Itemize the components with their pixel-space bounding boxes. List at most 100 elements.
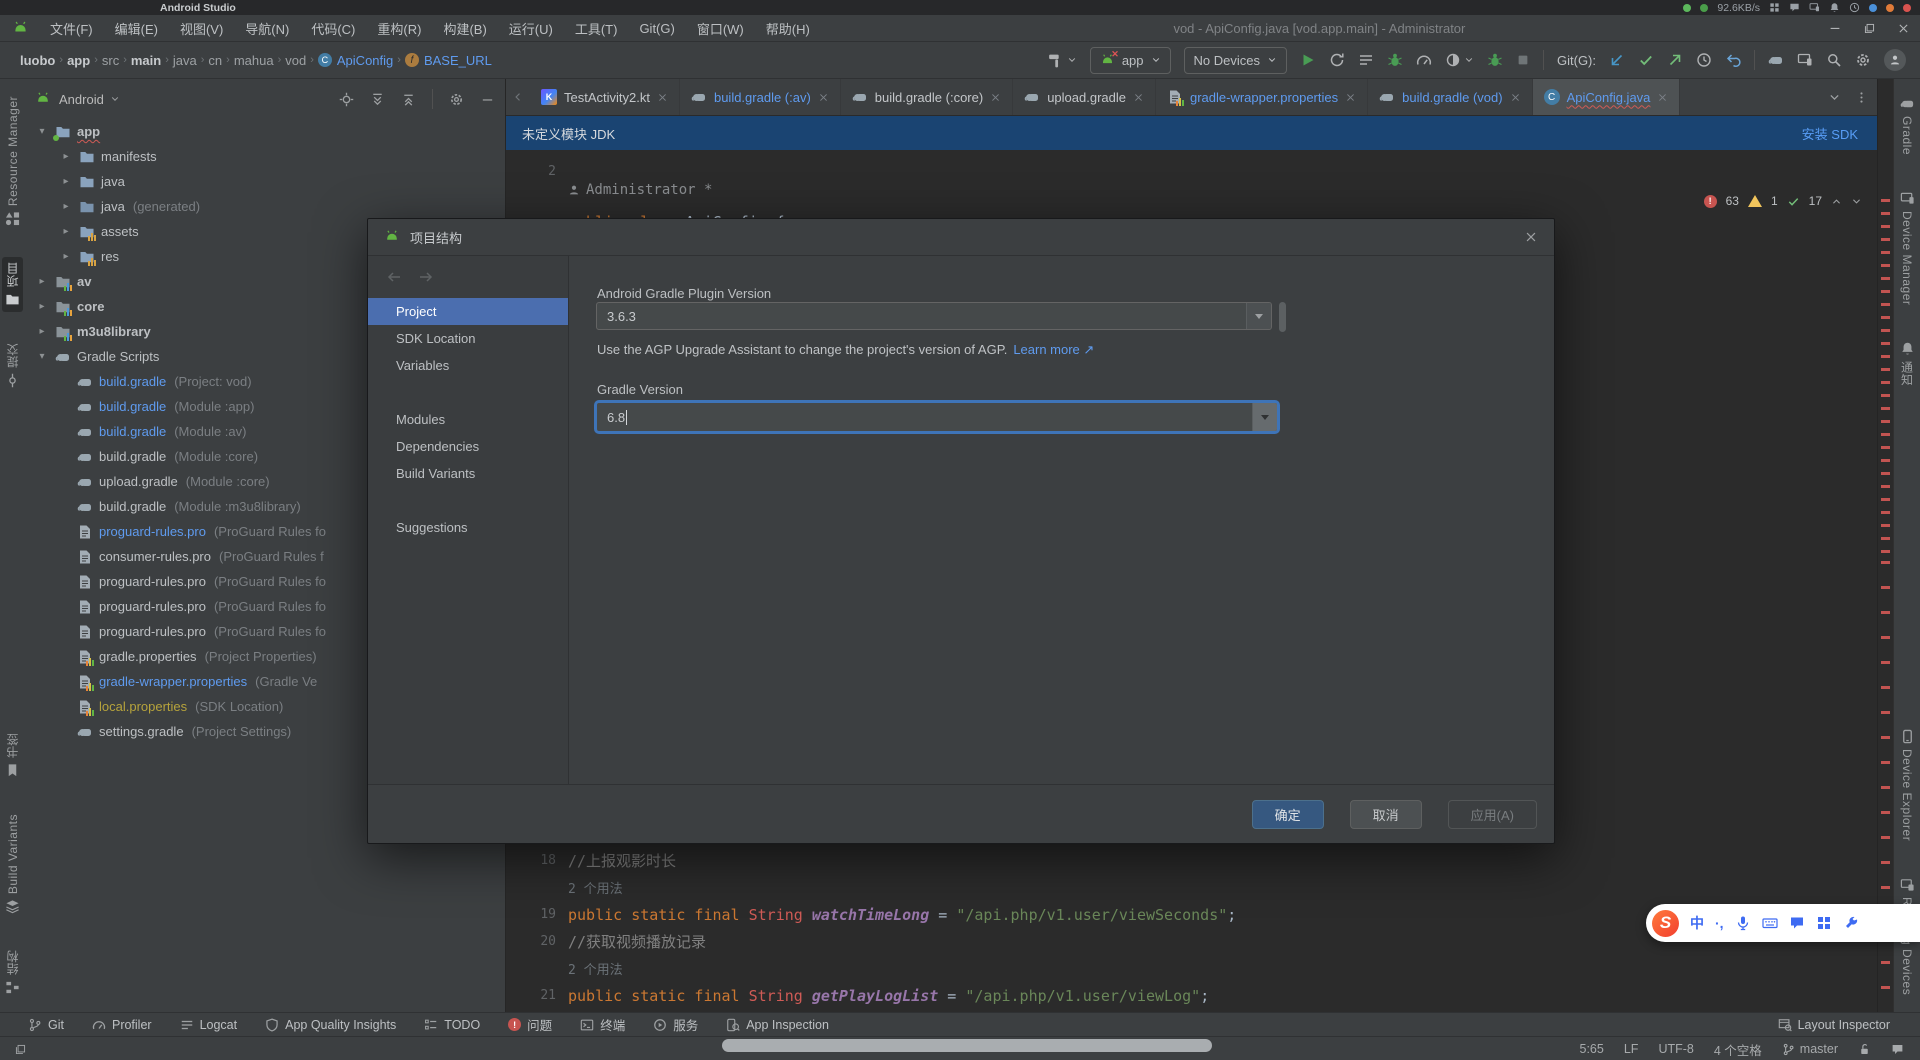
dialog-nav-variables[interactable]: Variables — [368, 352, 568, 379]
dialog-nav-modules[interactable]: Modules — [368, 406, 568, 433]
tool-button-gauge[interactable]: Profiler — [92, 1018, 152, 1032]
tray-icon[interactable] — [1903, 4, 1911, 12]
gradle-sync-button[interactable] — [1768, 52, 1784, 68]
tab-close-icon[interactable] — [818, 92, 829, 103]
status-progress-bar[interactable] — [722, 1039, 1212, 1052]
breadcrumb-item[interactable]: cn — [208, 53, 222, 68]
tray-icon[interactable] — [1683, 4, 1691, 12]
keyboard-icon[interactable] — [1762, 915, 1778, 931]
line-ending-indicator[interactable]: LF — [1624, 1042, 1639, 1056]
agp-version-combobox[interactable]: 3.6.3 — [596, 302, 1272, 330]
ime-chinese-mode-button[interactable]: 中 — [1690, 913, 1704, 933]
tree-item[interactable]: ▸java — [25, 169, 505, 194]
ok-button[interactable]: 确定 — [1252, 800, 1324, 829]
run-button[interactable] — [1300, 52, 1316, 68]
tab-close-icon[interactable] — [657, 92, 668, 103]
device-select[interactable]: No Devices — [1184, 47, 1287, 74]
close-window-button[interactable] — [1886, 15, 1920, 41]
gradle-version-combobox[interactable]: 6.8 — [596, 402, 1278, 432]
editor-tab[interactable]: gradle-wrapper.properties — [1156, 79, 1368, 115]
editor-tab[interactable]: KTestActivity2.kt — [530, 79, 680, 115]
stop-button[interactable] — [1516, 53, 1530, 67]
tool-button-todo[interactable]: TODO — [424, 1018, 480, 1032]
tool-button-folder2[interactable]: 项目 — [2, 257, 23, 312]
learn-more-link[interactable]: Learn more ↗ — [1013, 342, 1094, 357]
profiler-button[interactable] — [1445, 52, 1474, 68]
prev-issue-button[interactable] — [1831, 196, 1842, 207]
menu-item[interactable]: 帮助(H) — [755, 15, 821, 41]
tool-button-phone[interactable]: Device Explorer — [1898, 724, 1917, 846]
tab-options-button[interactable] — [1855, 91, 1868, 104]
breadcrumb-item[interactable]: main — [131, 53, 161, 68]
tree-item[interactable]: ▸java(generated) — [25, 194, 505, 219]
git-update-button[interactable] — [1609, 52, 1625, 68]
clipboard-icon[interactable] — [1789, 915, 1805, 931]
dialog-nav-suggestions[interactable]: Suggestions — [368, 514, 568, 541]
tree-chevron-icon[interactable]: ▸ — [59, 176, 73, 187]
menu-item[interactable]: 编辑(E) — [104, 15, 169, 41]
tool-button-elephant[interactable]: Gradle — [1898, 91, 1917, 160]
debug-button[interactable] — [1387, 52, 1403, 68]
tool-button-resource[interactable]: Resource Manager — [3, 91, 22, 231]
menu-item[interactable]: 重构(R) — [366, 15, 432, 41]
git-branch-widget[interactable]: master — [1782, 1042, 1838, 1056]
breadcrumb-item[interactable]: app — [67, 53, 90, 68]
settings-button[interactable] — [1855, 52, 1871, 68]
menu-item[interactable]: 导航(N) — [234, 15, 300, 41]
indent-indicator[interactable]: 4 个空格 — [1714, 1040, 1762, 1059]
apply-button[interactable]: 应用(A) — [1448, 800, 1537, 829]
hidden-tabs-button[interactable] — [1828, 91, 1841, 104]
tray-icon[interactable] — [1849, 2, 1860, 13]
inspections-widget[interactable]: ! 63 1 17 — [1704, 194, 1862, 208]
tool-button-branch[interactable]: Git — [28, 1018, 64, 1032]
dialog-scrollbar-thumb[interactable] — [1279, 302, 1286, 332]
tree-chevron-icon[interactable]: ▸ — [35, 276, 49, 287]
notifications-button[interactable] — [1891, 1043, 1904, 1056]
tab-close-icon[interactable] — [1657, 92, 1668, 103]
tab-close-icon[interactable] — [1510, 92, 1521, 103]
breadcrumb-item[interactable]: CApiConfig — [318, 53, 393, 68]
tool-button-shield[interactable]: App Quality Insights — [265, 1018, 396, 1032]
caret-position[interactable]: 5:65 — [1580, 1042, 1604, 1056]
menu-item[interactable]: 文件(F) — [39, 15, 104, 41]
breadcrumb-item[interactable]: fBASE_URL — [405, 53, 492, 68]
tool-button-layout-inspector[interactable]: Layout Inspector — [1778, 1018, 1890, 1032]
tool-button-structure[interactable]: 结构 — [2, 945, 23, 1000]
editor-tab[interactable]: CApiConfig.java — [1533, 79, 1681, 115]
avatar[interactable] — [1884, 49, 1906, 71]
menu-item[interactable]: 工具(T) — [564, 15, 629, 41]
tab-close-icon[interactable] — [990, 92, 1001, 103]
nav-back-button[interactable] — [386, 269, 402, 285]
breadcrumb-item[interactable]: luobo — [20, 53, 55, 68]
build-button[interactable] — [1047, 52, 1077, 69]
encoding-indicator[interactable]: UTF-8 — [1658, 1042, 1693, 1056]
tool-button-inspect[interactable]: App Inspection — [726, 1018, 829, 1032]
tree-chevron-icon[interactable]: ▸ — [35, 301, 49, 312]
git-push-button[interactable] — [1667, 52, 1683, 68]
run-tasks-button[interactable] — [1358, 52, 1374, 68]
tab-scroll-left-icon[interactable] — [506, 91, 530, 103]
menu-item[interactable]: Git(G) — [628, 15, 685, 41]
apply-changes-button[interactable] — [1329, 52, 1345, 68]
agp-version-dropdown-button[interactable] — [1246, 303, 1271, 329]
editor-tab[interactable]: build.gradle (:core) — [841, 79, 1013, 115]
usages-inlay-hint[interactable]: 2 个用法 — [568, 963, 623, 978]
cancel-button[interactable]: 取消 — [1350, 800, 1422, 829]
breadcrumb-item[interactable]: java — [173, 53, 197, 68]
breadcrumb-item[interactable]: src — [102, 53, 119, 68]
tree-chevron-icon[interactable]: ▸ — [35, 326, 49, 337]
tree-item[interactable]: ▸manifests — [25, 144, 505, 169]
tree-chevron-icon[interactable]: ▸ — [59, 226, 73, 237]
readonly-toggle[interactable] — [1858, 1043, 1871, 1056]
tray-icon[interactable] — [1809, 2, 1820, 13]
minimize-button[interactable] — [1818, 15, 1852, 41]
maximize-button[interactable] — [1852, 15, 1886, 41]
collapse-all-button[interactable] — [401, 92, 416, 107]
device-manager-button[interactable] — [1797, 52, 1813, 68]
tool-button-loglist[interactable]: Logcat — [180, 1018, 238, 1032]
tool-button-devices[interactable]: Device Manager — [1898, 186, 1917, 310]
tray-icon[interactable] — [1789, 2, 1800, 13]
breadcrumb-item[interactable]: vod — [285, 53, 306, 68]
project-view-select[interactable]: Android — [59, 92, 120, 107]
editor-tab[interactable]: build.gradle (vod) — [1368, 79, 1532, 115]
